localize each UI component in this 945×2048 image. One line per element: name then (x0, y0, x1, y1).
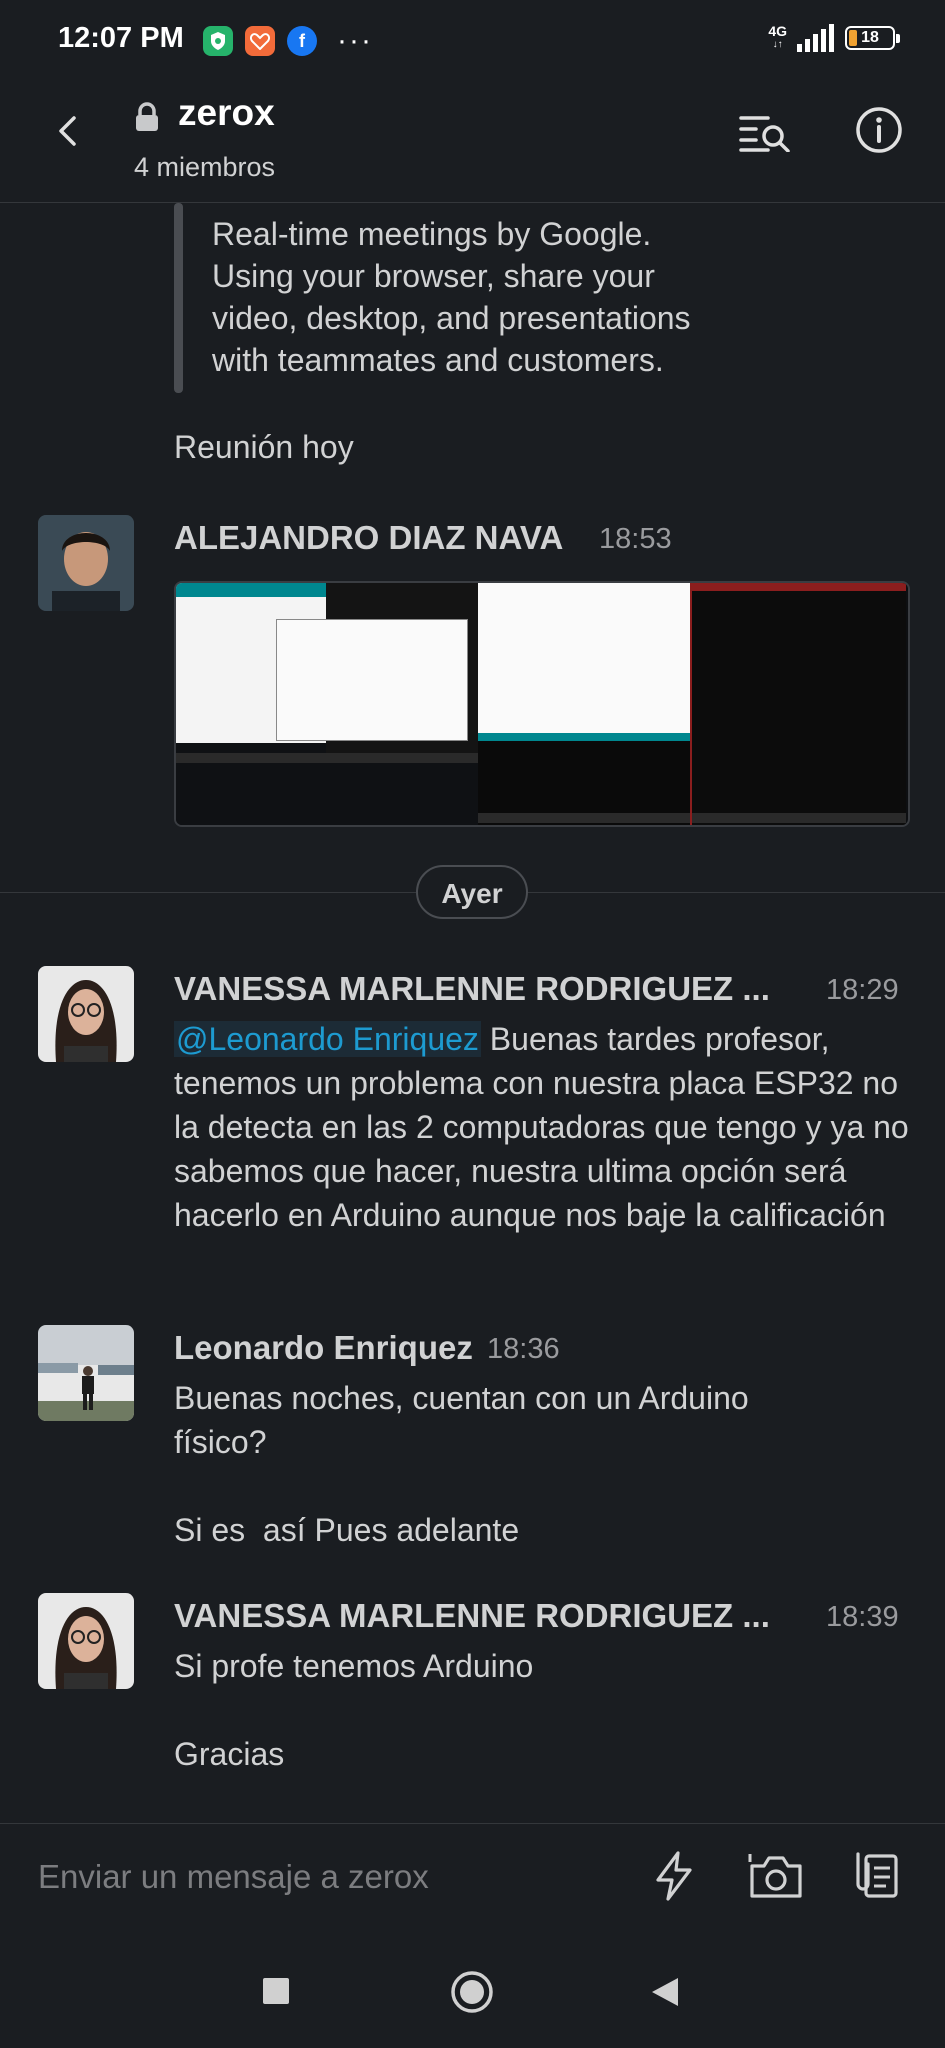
screenshot-middle (478, 583, 690, 825)
message-time: 18:29 (826, 974, 899, 1006)
avatar[interactable] (38, 966, 134, 1062)
overflow-dots: ··· (337, 24, 373, 57)
shield-app-icon (203, 26, 233, 56)
recents-button-icon[interactable] (262, 1977, 290, 2005)
status-bar: 12:07 PM f ··· 4G ↓↑ 18 (0, 0, 945, 80)
message-text: @Leonardo Enriquez Buenas tardes profeso… (174, 1021, 909, 1233)
message-composer: Enviar un mensaje a zerox (0, 1824, 945, 1934)
attachment-icon[interactable] (852, 1850, 900, 1902)
quote-bar (174, 203, 183, 393)
image-attachment[interactable] (174, 581, 910, 827)
channel-header: zerox 4 miembros (0, 80, 945, 203)
status-time: 12:07 PM (58, 22, 184, 54)
lightning-icon[interactable] (652, 1850, 696, 1902)
screenshot-right (690, 583, 906, 825)
lock-icon (136, 102, 158, 131)
system-nav-bar (0, 1934, 945, 2048)
notification-icons: f ··· (203, 26, 373, 56)
avatar[interactable] (38, 515, 134, 611)
search-in-channel-icon[interactable] (738, 112, 792, 152)
channel-name[interactable]: zerox (178, 92, 275, 134)
message-feed[interactable]: Real-time meetings by Google. Using your… (0, 203, 945, 1823)
battery-icon: 18 (845, 26, 900, 50)
signal-icon (797, 24, 834, 52)
message-text: Buenas noches, cuentan con un Arduino fí… (174, 1380, 749, 1548)
message-author[interactable]: VANESSA MARLENNE RODRIGUEZ ... (174, 970, 770, 1008)
message-author[interactable]: Leonardo Enriquez (174, 1329, 473, 1367)
message-time: 18:53 (599, 523, 672, 555)
member-count[interactable]: 4 miembros (134, 152, 275, 183)
message-author[interactable]: VANESSA MARLENNE RODRIGUEZ ... (174, 1597, 770, 1635)
link-preview-text: Real-time meetings by Google. Using your… (212, 216, 691, 378)
avatar[interactable] (38, 1325, 134, 1421)
message-author[interactable]: ALEJANDRO DIAZ NAVA (174, 519, 563, 557)
heart-app-icon (245, 26, 275, 56)
info-icon[interactable] (855, 106, 903, 154)
camera-icon[interactable] (748, 1850, 804, 1902)
message-text: Reunión hoy (174, 429, 354, 465)
message-text: Si profe tenemos Arduino Gracias (174, 1648, 534, 1772)
facebook-icon: f (287, 26, 317, 56)
home-button-icon[interactable] (450, 1970, 494, 2014)
back-button-icon[interactable] (650, 1976, 680, 2008)
system-indicators: 4G ↓↑ 18 (768, 23, 900, 52)
message-input[interactable]: Enviar un mensaje a zerox (38, 1858, 429, 1896)
day-divider: Ayer (416, 865, 528, 919)
back-arrow-icon[interactable] (52, 114, 86, 148)
screenshot-left (176, 583, 478, 825)
network-indicator: 4G ↓↑ (768, 23, 787, 50)
battery-percent: 18 (861, 29, 879, 46)
message-time: 18:36 (487, 1333, 560, 1365)
user-mention[interactable]: @Leonardo Enriquez (174, 1021, 481, 1057)
avatar[interactable] (38, 1593, 134, 1689)
message-time: 18:39 (826, 1601, 899, 1633)
